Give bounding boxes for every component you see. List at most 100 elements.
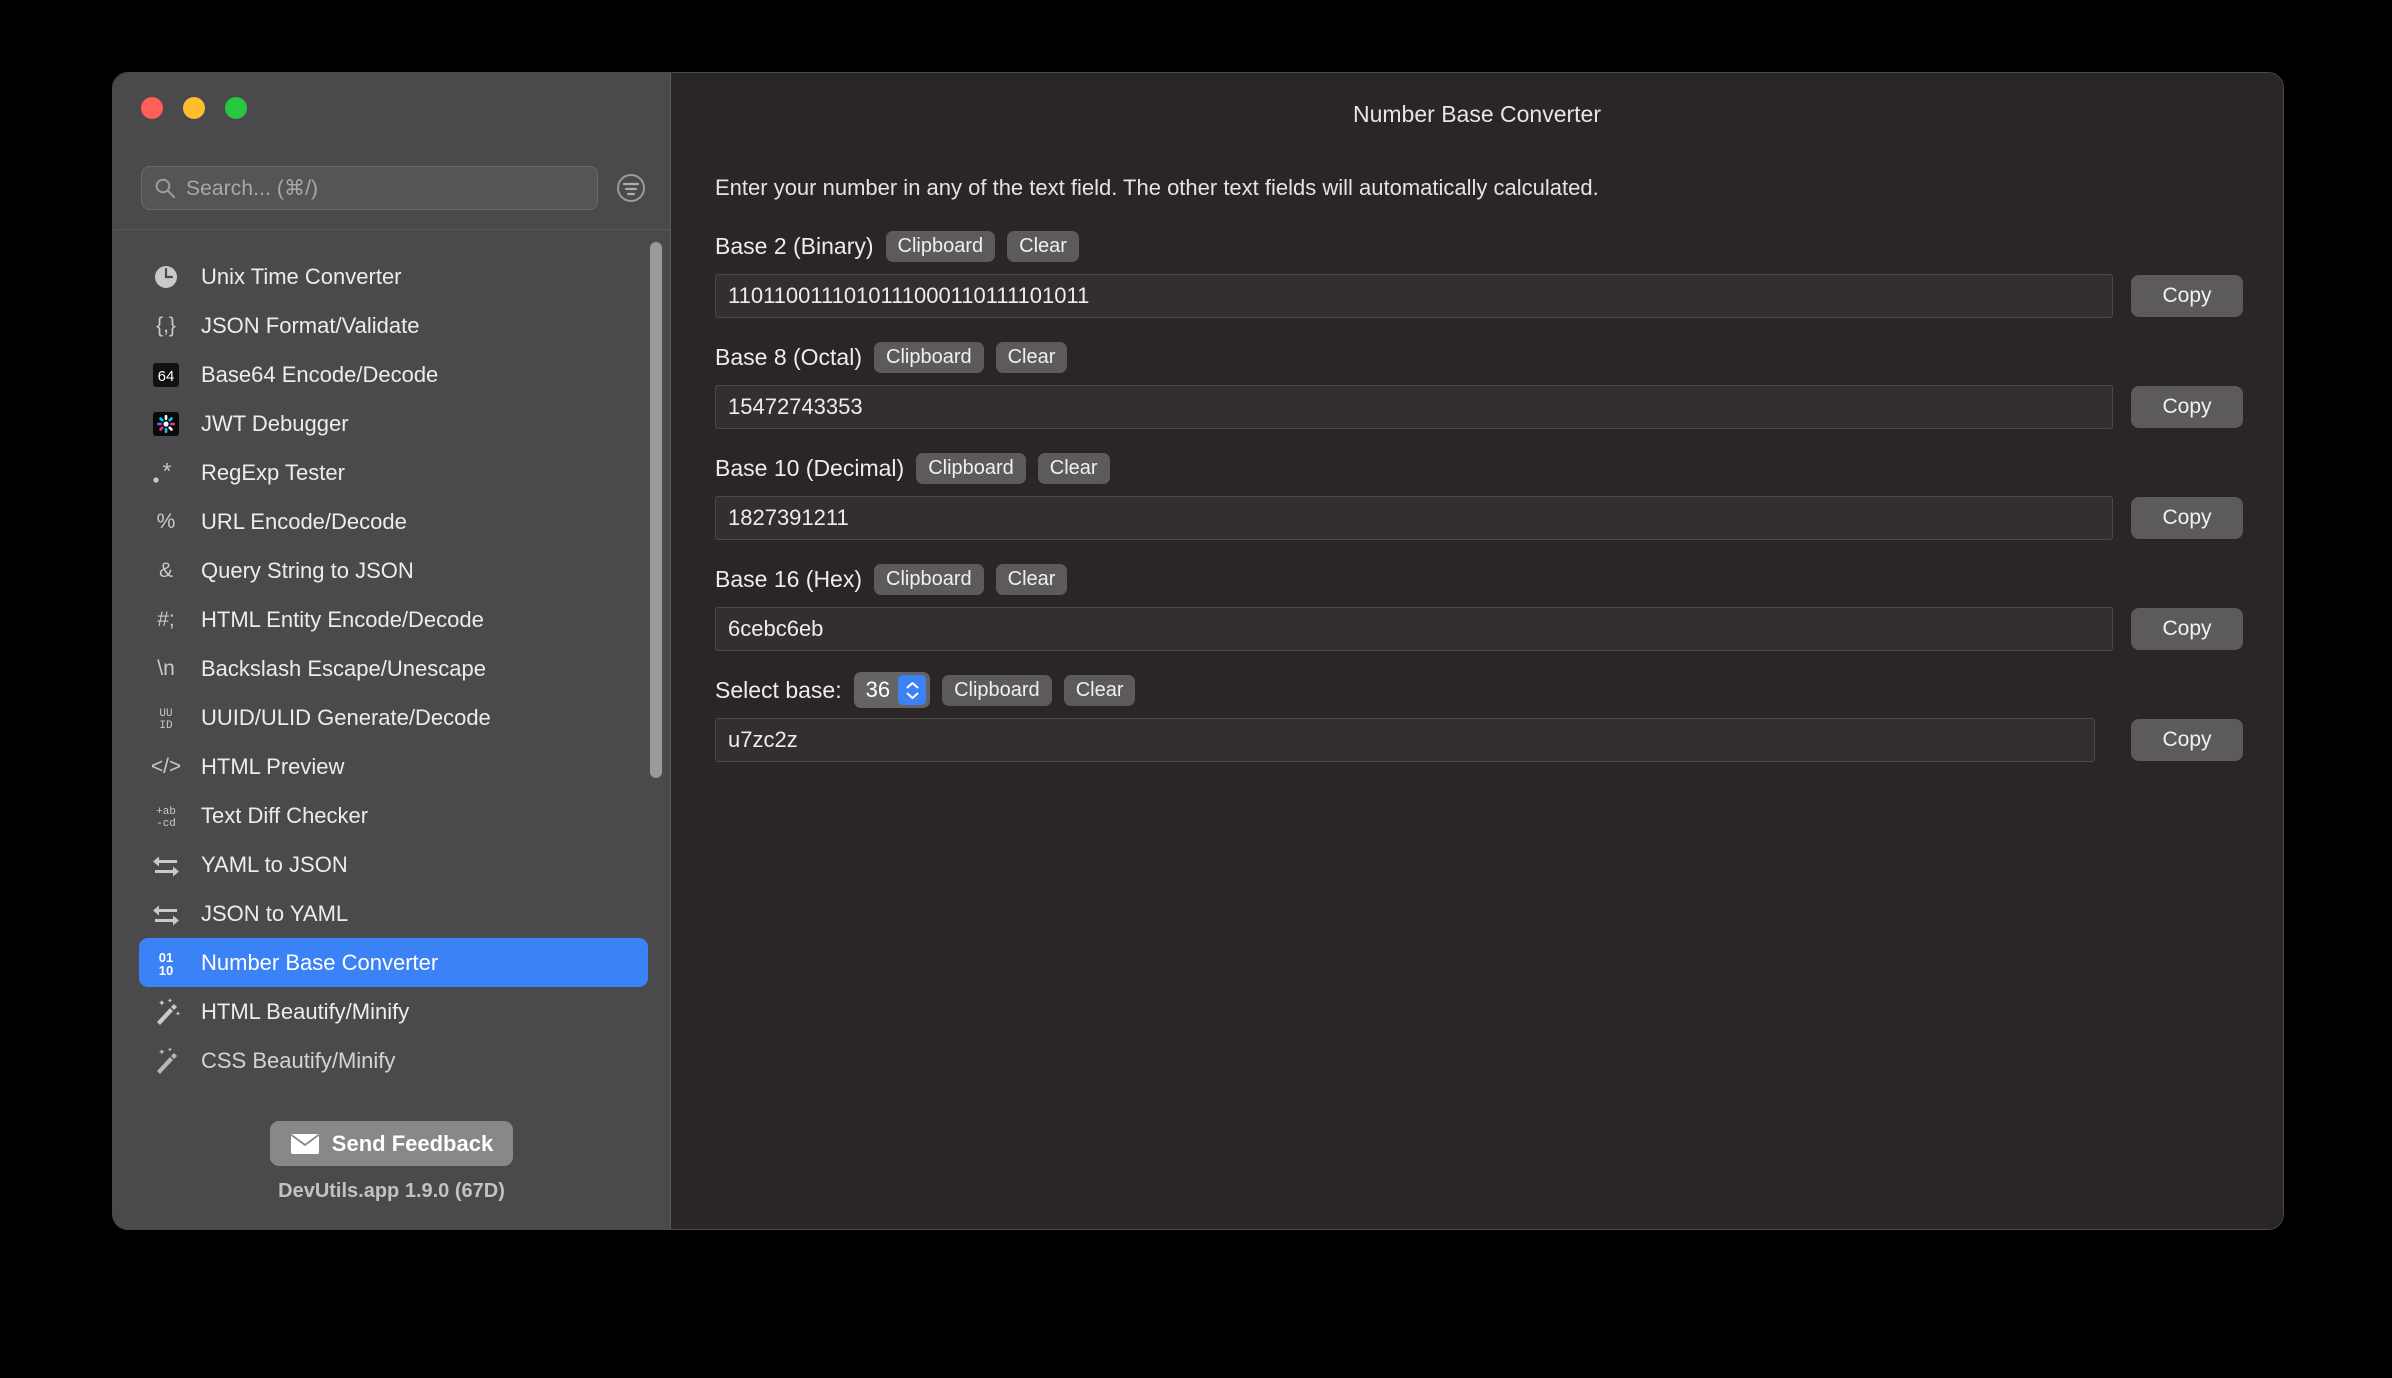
sidebar-item-label: Number Base Converter xyxy=(201,949,439,975)
sidebar-item-html-preview[interactable]: </> HTML Preview xyxy=(139,742,648,791)
copy-button-custom-base[interactable]: Copy xyxy=(2131,719,2243,761)
clear-button-base-8[interactable]: Clear xyxy=(995,341,1068,373)
mail-icon xyxy=(290,1133,320,1155)
clear-button-base-16[interactable]: Clear xyxy=(995,563,1068,595)
row-header: Base 10 (Decimal) Clipboard Clear xyxy=(715,451,2243,485)
sidebar-item-html-beautify-minify[interactable]: ✦ ✦ ✦ HTML Beautify/Minify xyxy=(139,987,648,1036)
row-base-10: Base 10 (Decimal) Clipboard Clear 182739… xyxy=(715,451,2243,540)
clipboard-button-custom-base[interactable]: Clipboard xyxy=(942,674,1052,706)
field-line: u7zc2z Copy xyxy=(715,718,2243,762)
svg-text:+ab: +ab xyxy=(156,806,176,818)
svg-text:✦: ✦ xyxy=(167,1046,173,1054)
sidebar-item-label: URL Encode/Decode xyxy=(201,508,407,534)
intro-text: Enter your number in any of the text fie… xyxy=(715,175,1599,200)
swap-arrows-icon xyxy=(149,848,183,882)
svg-text:✦: ✦ xyxy=(158,1047,166,1057)
svg-text:UU: UU xyxy=(159,708,172,720)
sidebar-item-unix-time-converter[interactable]: Unix Time Converter xyxy=(139,252,648,301)
input-base-8[interactable]: 15472743353 xyxy=(715,385,2113,429)
page-title: Number Base Converter xyxy=(1353,101,1601,127)
sidebar-item-label: Backslash Escape/Unescape xyxy=(201,655,486,681)
tool-list: Unix Time Converter {,} JSON Format/Vali… xyxy=(113,230,670,1121)
svg-text:10: 10 xyxy=(159,963,173,978)
copy-button-base-2[interactable]: Copy xyxy=(2131,275,2243,317)
row-header: Base 16 (Hex) Clipboard Clear xyxy=(715,562,2243,596)
app-window: Search... (⌘/) Unix Time Converter {,} J… xyxy=(112,72,2284,1230)
clipboard-button-base-8[interactable]: Clipboard xyxy=(874,341,984,373)
copy-button-base-10[interactable]: Copy xyxy=(2131,497,2243,539)
input-base-16-value: 6cebc6eb xyxy=(728,616,824,641)
sidebar-item-json-to-yaml[interactable]: JSON to YAML xyxy=(139,889,648,938)
sidebar-item-label: HTML Entity Encode/Decode xyxy=(201,606,484,632)
clipboard-button-base-16[interactable]: Clipboard xyxy=(874,563,984,595)
main-content: Enter your number in any of the text fie… xyxy=(671,157,2283,784)
send-feedback-label: Send Feedback xyxy=(331,1130,494,1156)
search-input[interactable]: Search... (⌘/) xyxy=(141,166,598,210)
magic-wand-icon: ✦ ✦ ✦ xyxy=(149,995,183,1029)
sidebar-item-html-entity-encode-decode[interactable]: #; HTML Entity Encode/Decode xyxy=(139,595,648,644)
row-header: Select base: 36 Clipboard Clear xyxy=(715,672,2243,708)
clipboard-button-base-2[interactable]: Clipboard xyxy=(885,230,996,262)
input-base-2[interactable]: 1101100111010111000110111101011 xyxy=(715,274,2113,318)
clear-button-base-2[interactable]: Clear xyxy=(1007,230,1079,262)
filter-icon[interactable] xyxy=(614,171,648,205)
row-label: Base 10 (Decimal) xyxy=(715,454,905,481)
sidebar-item-text-diff-checker[interactable]: +ab -cd Text Diff Checker xyxy=(139,791,648,840)
sidebar-footer: Send Feedback DevUtils.app 1.9.0 (67D) xyxy=(113,1121,670,1229)
close-button[interactable] xyxy=(141,97,163,119)
base64-icon: 64 xyxy=(149,358,183,392)
row-custom-base: Select base: 36 Clipboard Clear u7zc2z C… xyxy=(715,672,2243,762)
base-stepper[interactable]: 36 xyxy=(853,672,931,708)
sidebar-item-label: CSS Beautify/Minify xyxy=(201,1047,396,1073)
sidebar-item-label: RegExp Tester xyxy=(201,459,345,485)
binary-icon: 01 10 xyxy=(149,946,183,980)
sidebar-item-url-encode-decode[interactable]: % URL Encode/Decode xyxy=(139,497,648,546)
sidebar-item-label: Query String to JSON xyxy=(201,557,414,583)
minimize-button[interactable] xyxy=(183,97,205,119)
sidebar-item-uuid-ulid-generate-decode[interactable]: UU ID UUID/ULID Generate/Decode xyxy=(139,693,648,742)
input-custom-base-value: u7zc2z xyxy=(728,727,798,752)
sidebar-item-label: Text Diff Checker xyxy=(201,802,369,828)
traffic-light-buttons xyxy=(141,97,247,119)
sidebar-item-json-format-validate[interactable]: {,} JSON Format/Validate xyxy=(139,301,648,350)
code-tag-icon: </> xyxy=(150,754,182,778)
sidebar-scrollbar-thumb[interactable] xyxy=(650,242,662,778)
sidebar-item-label: Unix Time Converter xyxy=(201,263,402,289)
sidebar-item-base64-encode-decode[interactable]: 64 Base64 Encode/Decode xyxy=(139,350,648,399)
sidebar-item-query-string-to-json[interactable]: & Query String to JSON xyxy=(139,546,648,595)
input-base-10[interactable]: 1827391211 xyxy=(715,496,2113,540)
input-base-10-value: 1827391211 xyxy=(728,505,849,530)
diff-icon: +ab -cd xyxy=(149,799,183,833)
clipboard-button-base-10[interactable]: Clipboard xyxy=(916,452,1026,484)
sidebar-item-label: JWT Debugger xyxy=(201,410,349,436)
svg-text:✦: ✦ xyxy=(158,998,166,1008)
magic-wand-icon: ✦ ✦ xyxy=(149,1044,183,1078)
sidebar-item-label: JSON to YAML xyxy=(201,900,349,926)
row-header: Base 2 (Binary) Clipboard Clear xyxy=(715,229,2243,263)
chevron-up-down-icon[interactable] xyxy=(898,675,927,705)
sidebar-item-yaml-to-json[interactable]: YAML to JSON xyxy=(139,840,648,889)
row-label: Base 8 (Octal) xyxy=(715,343,862,370)
copy-button-base-16[interactable]: Copy xyxy=(2131,608,2243,650)
jwt-icon xyxy=(149,407,183,441)
base-stepper-value: 36 xyxy=(865,677,891,702)
clear-button-custom-base[interactable]: Clear xyxy=(1063,674,1136,706)
uuid-icon: UU ID xyxy=(149,701,183,735)
desktop-background: Search... (⌘/) Unix Time Converter {,} J… xyxy=(0,0,2392,1378)
sidebar-item-number-base-converter[interactable]: 01 10 Number Base Converter xyxy=(139,938,648,987)
sidebar-item-backslash-escape-unescape[interactable]: \n Backslash Escape/Unescape xyxy=(139,644,648,693)
sidebar-item-jwt-debugger[interactable]: JWT Debugger xyxy=(139,399,648,448)
braces-icon: {,} xyxy=(156,313,176,337)
sidebar-item-regexp-tester[interactable]: * RegExp Tester xyxy=(139,448,648,497)
input-base-16[interactable]: 6cebc6eb xyxy=(715,607,2113,651)
input-custom-base[interactable]: u7zc2z xyxy=(715,718,2095,762)
send-feedback-button[interactable]: Send Feedback xyxy=(269,1121,514,1166)
svg-text:✦: ✦ xyxy=(167,997,173,1005)
search-icon xyxy=(154,177,176,199)
clear-button-base-10[interactable]: Clear xyxy=(1037,452,1110,484)
sidebar-scrollbar[interactable] xyxy=(650,242,662,778)
copy-button-base-8[interactable]: Copy xyxy=(2131,386,2243,428)
maximize-button[interactable] xyxy=(225,97,247,119)
sidebar-item-css-beautify-minify[interactable]: ✦ ✦ CSS Beautify/Minify xyxy=(139,1036,648,1085)
row-base-16: Base 16 (Hex) Clipboard Clear 6cebc6eb C… xyxy=(715,562,2243,651)
